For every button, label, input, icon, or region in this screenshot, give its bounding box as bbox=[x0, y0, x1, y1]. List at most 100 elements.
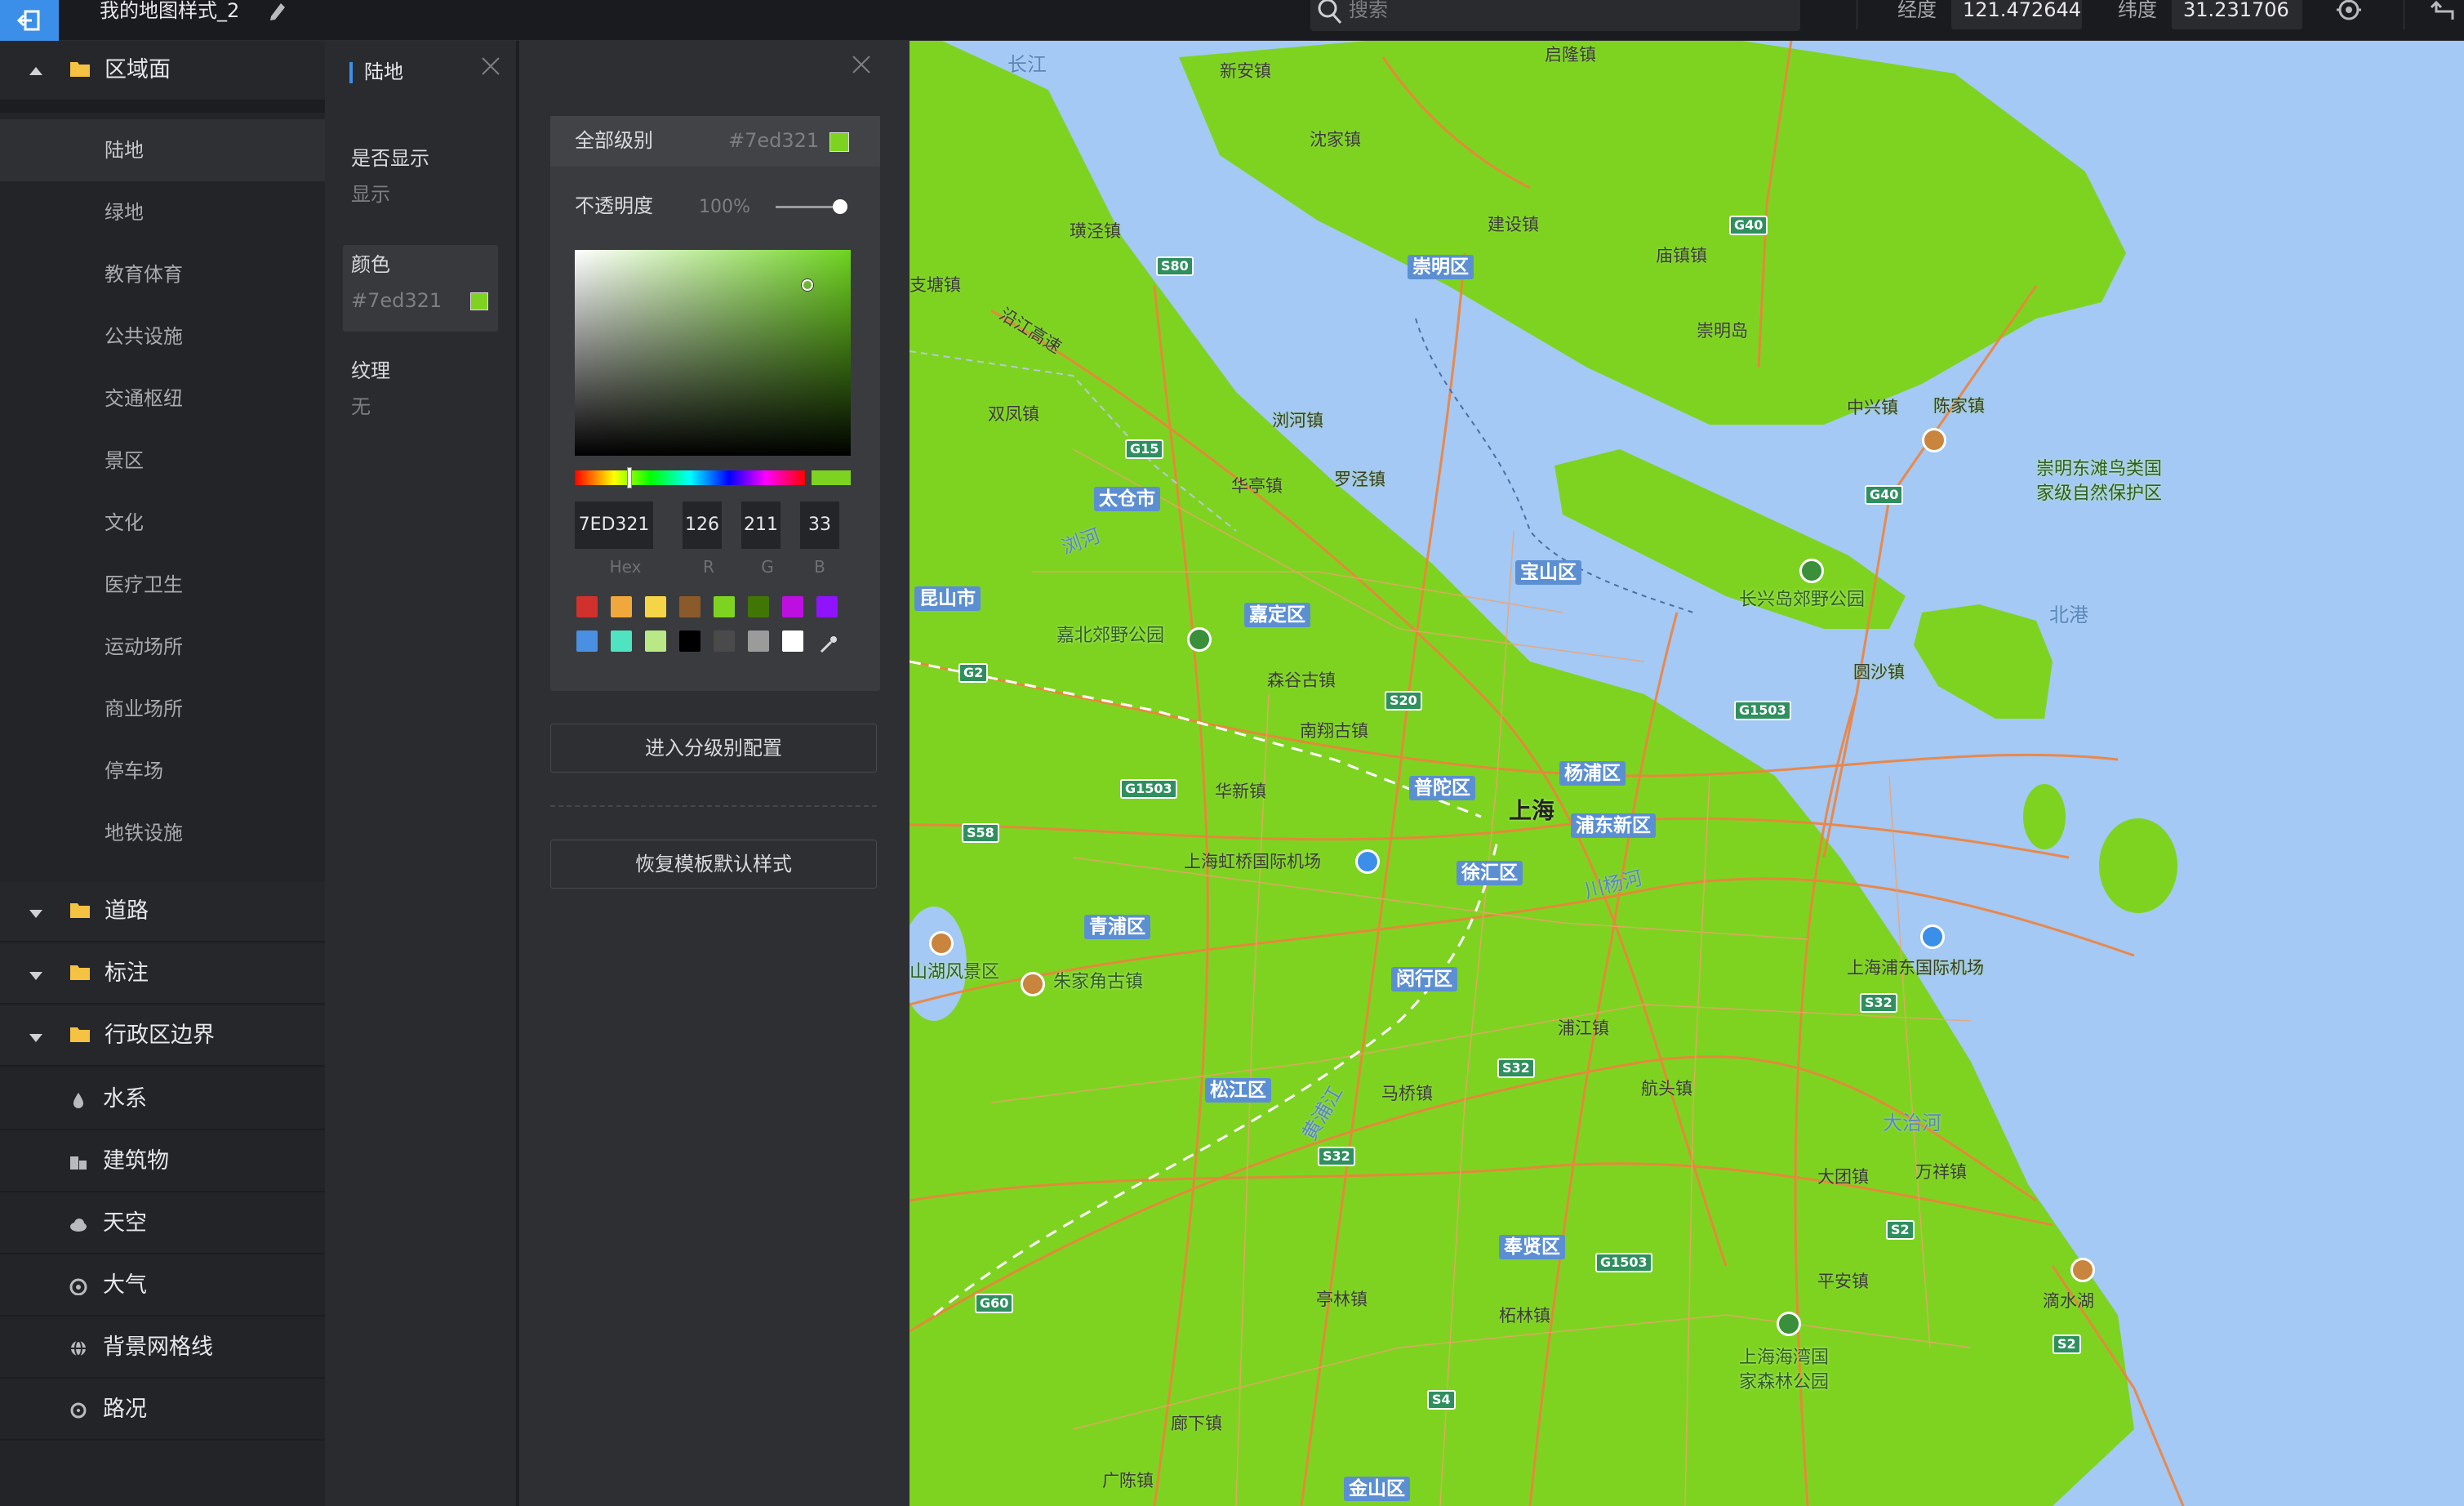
locate-icon[interactable] bbox=[2333, 0, 2364, 25]
longitude-value[interactable]: 121.472644 bbox=[1951, 0, 2082, 29]
layer-water[interactable]: 水系 bbox=[0, 1070, 325, 1130]
preset-color-swatch[interactable] bbox=[611, 596, 632, 617]
map-label: 万祥镇 bbox=[1915, 1162, 1967, 1182]
color-cursor[interactable] bbox=[802, 279, 813, 291]
folder-icon bbox=[70, 903, 90, 918]
pencil-icon[interactable] bbox=[266, 0, 289, 23]
layer-item-education[interactable]: 教育体育 bbox=[0, 243, 325, 305]
preset-color-swatch[interactable] bbox=[679, 596, 701, 617]
district-label[interactable]: 徐汇区 bbox=[1457, 861, 1523, 885]
district-label[interactable]: 闵行区 bbox=[1391, 967, 1457, 991]
restore-default-button[interactable]: 恢复模板默认样式 bbox=[550, 840, 877, 889]
expand-arrow-icon bbox=[29, 972, 42, 980]
preset-color-swatch[interactable] bbox=[782, 596, 803, 617]
opacity-slider-thumb[interactable] bbox=[833, 199, 847, 214]
latitude-value[interactable]: 31.231706 bbox=[2172, 0, 2302, 29]
district-label[interactable]: 宝山区 bbox=[1515, 560, 1581, 585]
airport-icon[interactable] bbox=[1920, 925, 1945, 949]
map-canvas[interactable]: 长江 新安镇 启隆镇 沈家镇 璜泾镇 崇明区 建设镇 庙镇镇 崇明岛 支塘镇 沿… bbox=[910, 41, 2464, 1506]
visible-value[interactable]: 显示 bbox=[351, 180, 390, 209]
r-input[interactable]: 126 bbox=[683, 501, 722, 549]
map-label: 马桥镇 bbox=[1381, 1084, 1433, 1103]
layer-item-label: 绿地 bbox=[105, 201, 144, 224]
park-poi-icon[interactable] bbox=[1777, 1312, 1801, 1336]
layer-item-greenland[interactable]: 绿地 bbox=[0, 181, 325, 243]
hue-slider[interactable] bbox=[575, 470, 805, 485]
eyedropper-icon[interactable] bbox=[816, 634, 839, 657]
layer-item-scenic[interactable]: 景区 bbox=[0, 430, 325, 492]
district-label[interactable]: 昆山市 bbox=[914, 586, 981, 611]
preset-color-swatch[interactable] bbox=[576, 630, 598, 652]
preset-color-swatch[interactable] bbox=[714, 596, 735, 617]
preset-color-swatch[interactable] bbox=[714, 630, 735, 652]
undo-icon[interactable] bbox=[2428, 0, 2459, 25]
scenic-poi-icon[interactable] bbox=[1021, 972, 1045, 996]
map-label: 圆沙镇 bbox=[1853, 662, 1905, 682]
close-icon[interactable] bbox=[851, 54, 872, 75]
district-label[interactable]: 普陀区 bbox=[1409, 776, 1475, 800]
preset-color-swatch[interactable] bbox=[611, 630, 632, 652]
preset-color-swatch[interactable] bbox=[645, 596, 666, 617]
preset-color-swatch[interactable] bbox=[782, 630, 803, 652]
close-icon[interactable] bbox=[480, 56, 501, 77]
layer-item-land[interactable]: 陆地 bbox=[0, 119, 325, 181]
layer-item-parking[interactable]: 停车场 bbox=[0, 740, 325, 802]
district-label[interactable]: 杨浦区 bbox=[1559, 761, 1626, 786]
airport-icon[interactable] bbox=[1355, 849, 1380, 874]
layer-atmosphere[interactable]: 大气 bbox=[0, 1256, 325, 1317]
color-label: 颜色 bbox=[351, 253, 390, 276]
level-color-swatch[interactable] bbox=[829, 132, 849, 152]
park-poi-icon[interactable] bbox=[1187, 627, 1212, 652]
opacity-slider-track[interactable] bbox=[776, 206, 841, 208]
preset-color-swatch[interactable] bbox=[576, 596, 598, 617]
district-label[interactable]: 嘉定区 bbox=[1244, 603, 1310, 627]
hex-input[interactable]: 7ED321 bbox=[575, 501, 653, 549]
b-input[interactable]: 33 bbox=[800, 501, 839, 549]
map-label: 崇明岛 bbox=[1697, 321, 1748, 341]
preset-color-swatch[interactable] bbox=[645, 630, 666, 652]
map-label: 家级自然保护区 bbox=[2036, 483, 2163, 504]
preset-color-swatch[interactable] bbox=[748, 630, 769, 652]
color-swatch[interactable] bbox=[470, 292, 488, 310]
exit-button[interactable] bbox=[0, 0, 59, 41]
group-labels[interactable]: 标注 bbox=[0, 944, 325, 1005]
g-input[interactable]: 211 bbox=[741, 501, 781, 549]
layer-item-label: 运动场所 bbox=[105, 635, 183, 658]
map-label: 滴水湖 bbox=[2043, 1291, 2094, 1311]
layer-item-sports[interactable]: 运动场所 bbox=[0, 616, 325, 678]
preset-color-swatch[interactable] bbox=[679, 630, 701, 652]
hue-slider-thumb[interactable] bbox=[627, 467, 632, 488]
highway-shield: G60 bbox=[975, 1294, 1014, 1313]
texture-value[interactable]: 无 bbox=[351, 392, 371, 421]
layer-item-public[interactable]: 公共设施 bbox=[0, 305, 325, 368]
district-label[interactable]: 金山区 bbox=[1344, 1477, 1410, 1501]
group-roads[interactable]: 道路 bbox=[0, 882, 325, 942]
layer-item-medical[interactable]: 医疗卫生 bbox=[0, 554, 325, 616]
group-area-fill[interactable]: 区域面 bbox=[0, 41, 325, 101]
layer-traffic[interactable]: 路况 bbox=[0, 1380, 325, 1441]
park-poi-icon[interactable] bbox=[1799, 559, 1824, 583]
level-config-button[interactable]: 进入分级别配置 bbox=[550, 724, 877, 773]
layer-background-grid[interactable]: 背景网格线 bbox=[0, 1318, 325, 1379]
layer-sky[interactable]: 天空 bbox=[0, 1194, 325, 1254]
group-admin-boundary[interactable]: 行政区边界 bbox=[0, 1006, 325, 1067]
layer-item-metro[interactable]: 地铁设施 bbox=[0, 802, 325, 864]
preset-color-swatch[interactable] bbox=[816, 596, 838, 617]
district-label[interactable]: 青浦区 bbox=[1084, 915, 1150, 939]
preset-color-swatch[interactable] bbox=[748, 596, 769, 617]
layer-item-culture[interactable]: 文化 bbox=[0, 492, 325, 554]
district-label[interactable]: 浦东新区 bbox=[1571, 813, 1656, 838]
layer-item-label: 商业场所 bbox=[105, 697, 183, 720]
city-label[interactable]: 上海 bbox=[1509, 800, 1554, 822]
layer-item-commercial[interactable]: 商业场所 bbox=[0, 678, 325, 740]
layer-item-transport[interactable]: 交通枢纽 bbox=[0, 368, 325, 430]
district-label[interactable]: 太仓市 bbox=[1094, 487, 1160, 511]
layer-buildings[interactable]: 建筑物 bbox=[0, 1132, 325, 1192]
scenic-poi-icon[interactable] bbox=[2070, 1258, 2095, 1282]
district-label[interactable]: 崇明区 bbox=[1408, 255, 1474, 279]
map-label: 双凤镇 bbox=[988, 404, 1039, 424]
district-label[interactable]: 奉贤区 bbox=[1499, 1235, 1565, 1259]
scenic-poi-icon[interactable] bbox=[1922, 428, 1946, 452]
scenic-poi-icon[interactable] bbox=[929, 931, 954, 956]
district-label[interactable]: 松江区 bbox=[1205, 1078, 1271, 1103]
